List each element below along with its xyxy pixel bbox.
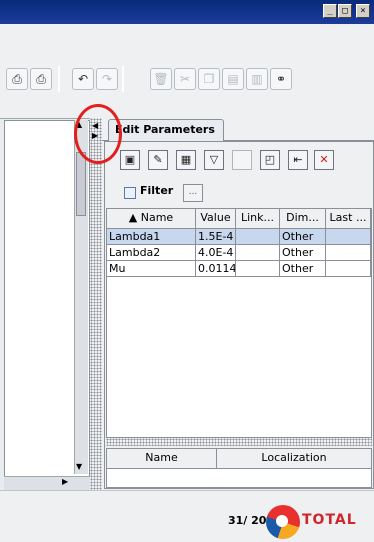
save-icon[interactable]: ▣ — [120, 150, 140, 170]
table-row[interactable] — [326, 245, 371, 261]
filter-icon[interactable]: ▽ — [204, 150, 224, 170]
print-icon[interactable]: ⎙ — [30, 68, 52, 90]
table-row[interactable]: Other — [280, 261, 326, 277]
delete-icon[interactable]: 🗑 — [150, 68, 172, 90]
close-button[interactable]: × — [356, 4, 370, 18]
paste-special-icon[interactable]: ▥ — [246, 68, 268, 90]
table-row[interactable]: 1.5E-4 — [196, 229, 236, 245]
logo-center — [276, 515, 288, 527]
menu-bar — [0, 24, 374, 58]
redo-icon[interactable]: ↷ — [96, 68, 118, 90]
blank-icon — [232, 150, 252, 170]
toolbar-separator — [58, 66, 60, 92]
filter-options-button[interactable]: ... — [183, 184, 203, 202]
toolbar-separator — [122, 66, 124, 92]
link-icon[interactable]: ⚭ — [270, 68, 292, 90]
table-row[interactable]: Lambda1 — [107, 229, 196, 245]
table-row[interactable] — [326, 229, 371, 245]
column-header-loc-name[interactable]: Name — [107, 449, 217, 469]
import-icon[interactable]: ◰ — [260, 150, 280, 170]
filter-label: Filter — [140, 184, 174, 197]
new-parameter-icon[interactable]: ✎ — [148, 150, 168, 170]
filter-checkbox[interactable] — [124, 187, 136, 199]
horizontal-scrollbar[interactable]: ▶ — [4, 476, 90, 490]
column-header-link[interactable]: Link... — [236, 209, 280, 229]
table-row[interactable]: 4.0E-4 — [196, 245, 236, 261]
brand-name: TOTAL — [302, 512, 357, 528]
export-icon[interactable]: ⇤ — [288, 150, 308, 170]
column-header-localization[interactable]: Localization — [217, 449, 371, 469]
table-row[interactable] — [236, 245, 280, 261]
table-row[interactable]: Other — [280, 245, 326, 261]
table-row[interactable] — [236, 229, 280, 245]
undo-icon[interactable]: ↶ — [72, 68, 94, 90]
title-bar: _ □ × — [0, 0, 374, 24]
maximize-button[interactable]: □ — [338, 4, 352, 18]
cut-icon[interactable]: ✂ — [174, 68, 196, 90]
column-header-name[interactable]: ▲ Name — [107, 209, 196, 229]
panel-splitter[interactable] — [90, 118, 102, 490]
annotation-circle — [74, 104, 122, 164]
column-header-value[interactable]: Value — [196, 209, 236, 229]
print-preview-icon[interactable]: ⎙ — [6, 68, 28, 90]
scroll-thumb[interactable] — [76, 152, 86, 216]
table-splitter[interactable] — [106, 438, 372, 446]
table-row[interactable]: Other — [280, 229, 326, 245]
table-row[interactable]: Lambda2 — [107, 245, 196, 261]
table-row[interactable]: Mu — [107, 261, 196, 277]
delete-parameter-icon[interactable]: ✕ — [314, 150, 334, 170]
calculator-icon[interactable]: ▦ — [176, 150, 196, 170]
table-row[interactable] — [326, 261, 371, 277]
tab-edit-parameters[interactable]: Edit Parameters — [108, 119, 224, 141]
minimize-button[interactable]: _ — [323, 4, 337, 18]
table-row[interactable] — [236, 261, 280, 277]
paste-icon[interactable]: ▤ — [222, 68, 244, 90]
scroll-right-icon[interactable]: ▶ — [62, 477, 68, 486]
column-header-dim[interactable]: Dim... — [280, 209, 326, 229]
column-header-last[interactable]: Last ... — [326, 209, 371, 229]
table-row[interactable]: 0.0114 — [196, 261, 236, 277]
sort-ascending-icon: ▲ — [128, 211, 138, 224]
copy-icon[interactable]: ❐ — [198, 68, 220, 90]
scroll-down-icon[interactable]: ▼ — [76, 462, 82, 471]
